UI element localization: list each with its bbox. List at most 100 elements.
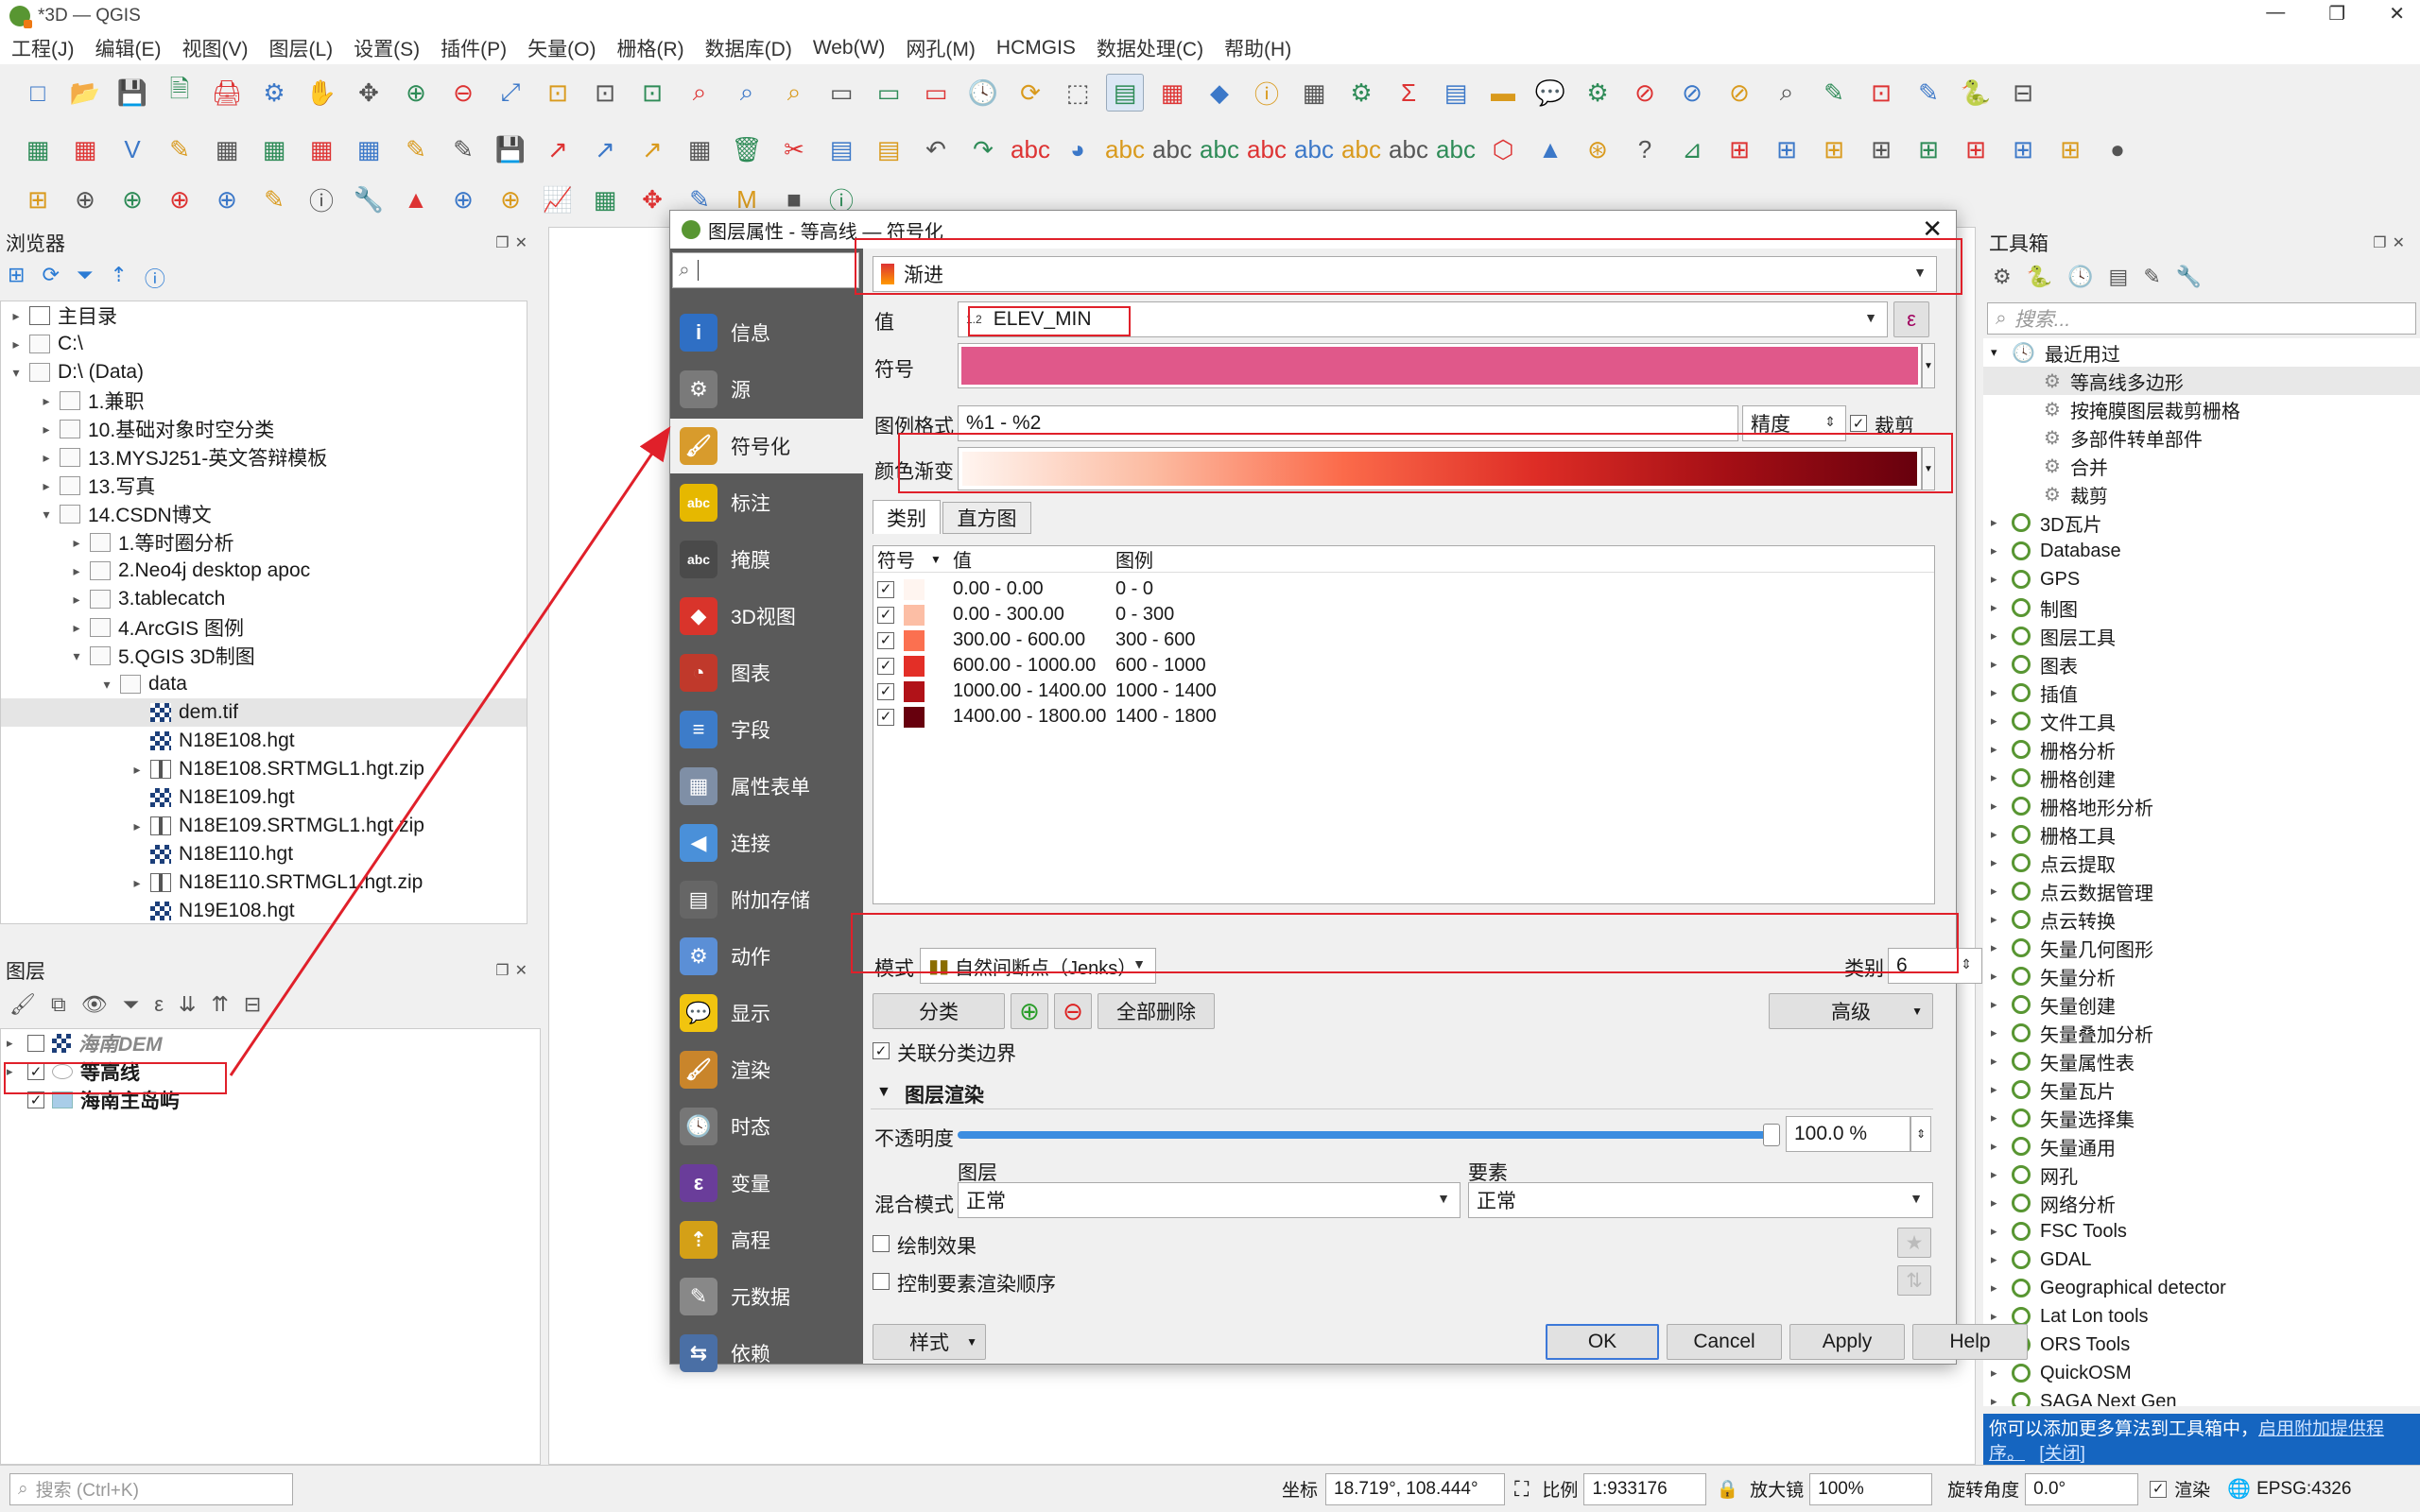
toolbox-recent-group[interactable]: ▾ 🕓 最近用过 xyxy=(1983,338,2420,367)
class-row[interactable]: ✓ 1400.00 - 1800.00 1400 - 1800 xyxy=(873,704,1934,730)
expand-all-icon[interactable]: ⇊ xyxy=(179,992,196,1017)
style-button[interactable]: 样式 ▼ xyxy=(873,1324,986,1360)
expand-arrow-icon[interactable]: ▸ xyxy=(69,563,84,579)
expand-arrow-icon[interactable]: ▸ xyxy=(9,308,24,324)
toolbar-button-icon[interactable]: ⊞ xyxy=(2004,130,2042,168)
toolbox-group[interactable]: ▸ 栅格分析 xyxy=(1983,735,2420,764)
expand-arrow-icon[interactable]: ▸ xyxy=(1991,912,2006,927)
minimize-button[interactable]: — xyxy=(2266,2,2285,26)
browser-item[interactable]: ▸ 13.MYSJ251-英文答辩模板 xyxy=(1,443,527,472)
toolbar-button-icon[interactable]: Σ xyxy=(1390,74,1427,112)
color-ramp-menu-button[interactable]: ▼ xyxy=(1922,447,1935,490)
expand-arrow-icon[interactable]: ▾ xyxy=(9,365,24,381)
class-color-swatch[interactable] xyxy=(904,680,925,702)
toolbar-button-icon[interactable]: ⊞ xyxy=(1720,130,1758,168)
toolbox-algorithm[interactable]: ⚙ 按掩膜图层裁剪栅格 xyxy=(1983,395,2420,423)
browser-item[interactable]: ▾ 14.CSDN博文 xyxy=(1,500,527,528)
toolbar-button-icon[interactable]: abc xyxy=(1200,130,1239,168)
browser-item[interactable]: ▸ 主目录 xyxy=(1,301,527,330)
globe-icon[interactable]: 🌐 xyxy=(2227,1477,2251,1501)
nav-item[interactable]: ▤ 附加存储 xyxy=(670,872,863,927)
toolbar-button-icon[interactable]: ▦ xyxy=(208,130,246,168)
opacity-slider-handle[interactable] xyxy=(1763,1124,1780,1146)
expand-arrow-icon[interactable]: ▸ xyxy=(130,818,145,834)
nav-item[interactable]: ⚙ 源 xyxy=(670,362,863,417)
refresh-icon[interactable]: ⟳ xyxy=(42,263,59,293)
toolbar-button-icon[interactable]: abc xyxy=(1389,130,1428,168)
toolbar-button-icon[interactable]: 🗎 xyxy=(161,74,199,112)
expand-arrow-icon[interactable]: ▾ xyxy=(99,677,114,693)
toolbar-button-icon[interactable]: ↗ xyxy=(586,130,624,168)
nav-item[interactable]: ⇡ 高程 xyxy=(670,1212,863,1267)
toolbox-group[interactable]: ▸ 插值 xyxy=(1983,679,2420,707)
toolbar-button-icon[interactable]: ▬ xyxy=(1484,74,1522,112)
toolbox-group[interactable]: ▸ 图表 xyxy=(1983,650,2420,679)
toolbar-button-icon[interactable]: ✎ xyxy=(255,180,293,218)
magnifier-field[interactable]: 100% xyxy=(1809,1472,1933,1505)
toolbox-group[interactable]: ▸ 3D瓦片 xyxy=(1983,508,2420,537)
help-button[interactable]: Help xyxy=(1912,1324,2028,1360)
browser-item[interactable]: N19E108.hgt xyxy=(1,897,527,923)
menu-item[interactable]: 编辑(E) xyxy=(95,34,162,62)
menu-item[interactable]: 设置(S) xyxy=(354,34,420,62)
toolbar-button-icon[interactable]: abc xyxy=(1011,130,1050,168)
delete-all-button[interactable]: 全部删除 xyxy=(1098,993,1215,1029)
nav-item[interactable]: abc 掩膜 xyxy=(670,532,863,587)
toolbox-group[interactable]: ▸ 矢量分析 xyxy=(1983,962,2420,990)
toolbox-group[interactable]: ▸ 点云数据管理 xyxy=(1983,877,2420,905)
browser-item[interactable]: ▸ N18E110.SRTMGL1.hgt.zip xyxy=(1,868,527,897)
class-row[interactable]: ✓ 600.00 - 1000.00 600 - 1000 xyxy=(873,653,1934,679)
toolbar-button-icon[interactable]: abc xyxy=(1341,130,1381,168)
toolbar-button-icon[interactable]: ✎ xyxy=(1910,74,1947,112)
toolbar-button-icon[interactable]: ▦ xyxy=(302,130,340,168)
python-icon[interactable]: 🐍 xyxy=(2027,265,2052,289)
close-icon[interactable]: ✕ xyxy=(1922,215,1943,244)
class-color-swatch[interactable] xyxy=(904,706,925,728)
toolbar-button-icon[interactable]: 📂 xyxy=(66,74,104,112)
nav-item[interactable]: ◔ 图表 xyxy=(670,645,863,700)
nav-item[interactable]: 🖌 符号化 xyxy=(670,419,863,473)
remove-layer-icon[interactable]: ⊟ xyxy=(244,992,261,1017)
browser-item[interactable]: ▸ 1.兼职 xyxy=(1,387,527,415)
nav-item[interactable]: ⇆ 依赖 xyxy=(670,1326,863,1381)
expand-arrow-icon[interactable]: ▸ xyxy=(1991,1252,2006,1267)
toolbar-button-icon[interactable]: ⊛ xyxy=(1579,130,1616,168)
color-ramp-button[interactable] xyxy=(958,447,1922,490)
scale-field[interactable]: 1:933176 xyxy=(1583,1472,1707,1505)
class-row[interactable]: ✓ 0.00 - 0.00 0 - 0 xyxy=(873,576,1934,602)
expand-arrow-icon[interactable]: ▸ xyxy=(1991,543,2006,558)
visibility-icon[interactable]: 👁 xyxy=(81,992,108,1017)
toolbar-button-icon[interactable]: ◕ xyxy=(1059,130,1097,168)
toolbox-group[interactable]: ▸ FSC Tools xyxy=(1983,1217,2420,1246)
browser-item[interactable]: ▸ 10.基础对象时空分类 xyxy=(1,415,527,443)
toolbox-group[interactable]: ▸ 网络分析 xyxy=(1983,1189,2420,1217)
toolbar-button-icon[interactable]: ✥ xyxy=(350,74,388,112)
symbol-button[interactable] xyxy=(958,343,1922,388)
layer-item[interactable]: ▸ 海南DEM xyxy=(1,1029,540,1057)
nav-item[interactable]: 🖌 渲染 xyxy=(670,1042,863,1097)
toolbar-button-icon[interactable]: ⊞ xyxy=(19,180,57,218)
effects-star-button[interactable]: ★ xyxy=(1897,1228,1931,1258)
legend-format-input[interactable]: %1 - %2 xyxy=(958,405,1738,441)
toolbar-button-icon[interactable]: ✂ xyxy=(775,130,813,168)
toolbar-button-icon[interactable]: ▤ xyxy=(870,130,908,168)
browser-item[interactable]: ▾ 5.QGIS 3D制图 xyxy=(1,642,527,670)
toolbar-button-icon[interactable]: ✎ xyxy=(1815,74,1853,112)
toolbar-button-icon[interactable]: 💾 xyxy=(113,74,151,112)
toolbox-group[interactable]: ▸ORS Tools xyxy=(1983,1331,2420,1359)
layer-rendering-title[interactable]: 图层渲染 xyxy=(905,1080,984,1108)
toolbar-button-icon[interactable]: ▭ xyxy=(822,74,860,112)
class-row[interactable]: ✓ 0.00 - 300.00 0 - 300 xyxy=(873,602,1934,627)
browser-item[interactable]: ▸ C:\ xyxy=(1,330,527,358)
draw-effects-checkbox[interactable] xyxy=(873,1235,890,1252)
toolbox-group[interactable]: ▸ 文件工具 xyxy=(1983,707,2420,735)
class-checkbox[interactable]: ✓ xyxy=(877,657,894,675)
expand-arrow-icon[interactable]: ▸ xyxy=(1991,827,2006,842)
toolbar-button-icon[interactable]: 🔧 xyxy=(350,180,388,218)
models-icon[interactable]: ⚙ xyxy=(1993,265,2012,289)
toolbar-button-icon[interactable]: 🐍 xyxy=(1957,74,1995,112)
ok-button[interactable]: OK xyxy=(1546,1324,1659,1360)
tab-histogram[interactable]: 直方图 xyxy=(942,502,1031,534)
menu-item[interactable]: 数据库(D) xyxy=(705,34,792,62)
browser-item[interactable]: N18E110.hgt xyxy=(1,840,527,868)
